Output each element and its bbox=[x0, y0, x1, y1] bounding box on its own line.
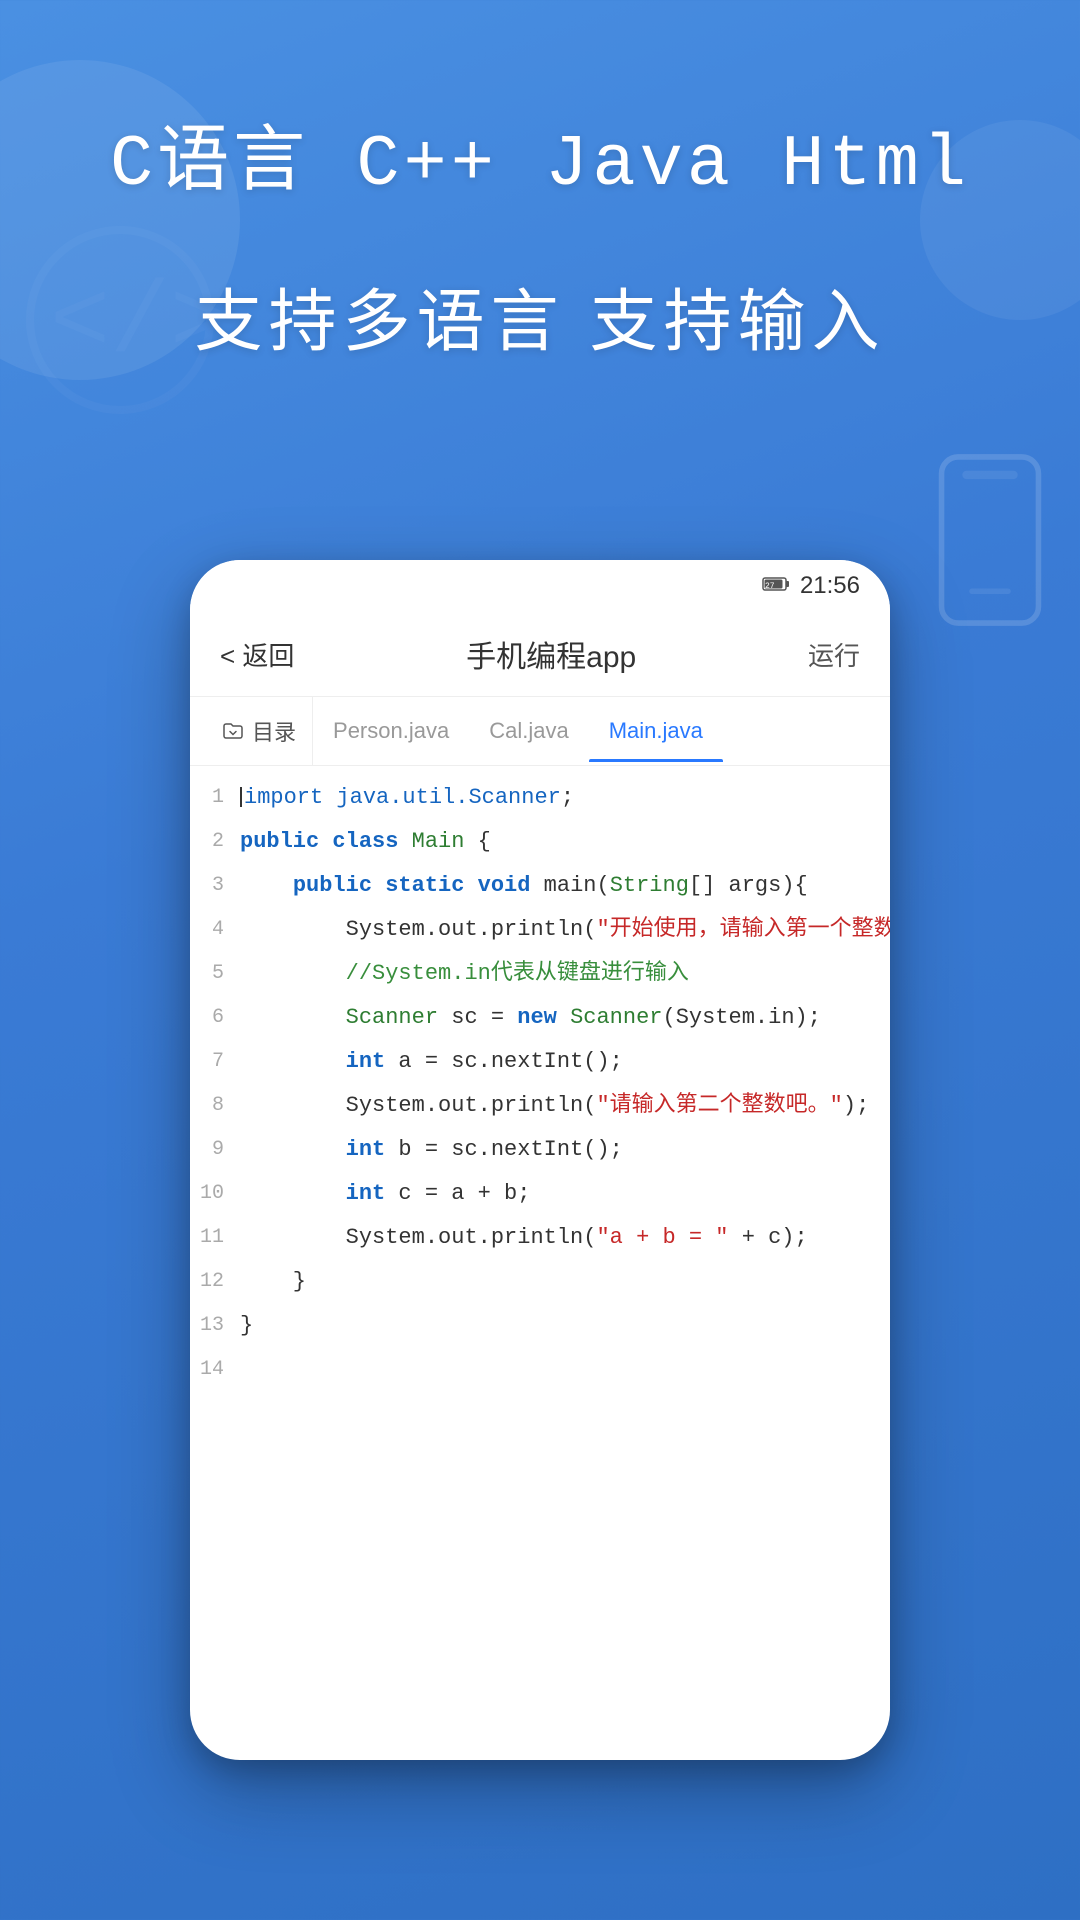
tab-person-java-label: Person.java bbox=[333, 718, 449, 743]
line-number-3: 3 bbox=[190, 868, 240, 904]
tab-cal-java[interactable]: Cal.java bbox=[469, 700, 588, 762]
phone-mockup: 27 21:56 < 返回 手机编程app 运行 目录 Person.java bbox=[190, 560, 890, 1760]
line-content-3: public static void main(String[] args){ bbox=[240, 868, 890, 904]
phone-container: 27 21:56 < 返回 手机编程app 运行 目录 Person.java bbox=[190, 560, 890, 1760]
line-content-14 bbox=[240, 1352, 890, 1388]
cursor bbox=[240, 787, 242, 807]
lang-title: C语言 C++ Java Html bbox=[0, 100, 1080, 206]
line-content-5: //System.in代表从键盘进行输入 bbox=[240, 956, 890, 992]
code-line-5: 5 //System.in代表从键盘进行输入 bbox=[190, 952, 890, 996]
code-line-9: 9 int b = sc.nextInt(); bbox=[190, 1128, 890, 1172]
tab-main-java[interactable]: Main.java bbox=[589, 700, 723, 762]
tab-cal-java-label: Cal.java bbox=[489, 718, 568, 743]
line-content-10: int c = a + b; bbox=[240, 1176, 890, 1212]
line-number-6: 6 bbox=[190, 1000, 240, 1036]
line-number-9: 9 bbox=[190, 1132, 240, 1168]
tab-main-java-label: Main.java bbox=[609, 718, 703, 743]
line-number-12: 12 bbox=[190, 1264, 240, 1300]
line-number-2: 2 bbox=[190, 824, 240, 860]
header-area: C语言 C++ Java Html 支持多语言 支持输入 bbox=[0, 100, 1080, 365]
line-content-13: } bbox=[240, 1308, 890, 1344]
code-line-8: 8 System.out.println("请输入第二个整数吧。"); bbox=[190, 1084, 890, 1128]
tab-bar: 目录 Person.java Cal.java Main.java bbox=[190, 697, 890, 766]
line-number-5: 5 bbox=[190, 956, 240, 992]
line-content-9: int b = sc.nextInt(); bbox=[240, 1132, 890, 1168]
svg-text:27: 27 bbox=[765, 582, 775, 591]
status-time: 21:56 bbox=[800, 572, 860, 600]
subtitle: 支持多语言 支持输入 bbox=[0, 266, 1080, 365]
line-number-1: 1 bbox=[190, 780, 240, 816]
code-line-6: 6 Scanner sc = new Scanner(System.in); bbox=[190, 996, 890, 1040]
line-content-1: import java.util.Scanner; bbox=[240, 780, 890, 816]
line-content-8: System.out.println("请输入第二个整数吧。"); bbox=[240, 1088, 890, 1124]
line-content-7: int a = sc.nextInt(); bbox=[240, 1044, 890, 1080]
code-line-11: 11 System.out.println("a + b = " + c); bbox=[190, 1216, 890, 1260]
line-number-10: 10 bbox=[190, 1176, 240, 1212]
code-line-13: 13 } bbox=[190, 1304, 890, 1348]
bg-phone-decoration bbox=[930, 450, 1050, 630]
app-title: 手机编程app bbox=[466, 632, 636, 676]
line-content-2: public class Main { bbox=[240, 824, 890, 860]
folder-tab-label: 目录 bbox=[252, 715, 296, 747]
code-line-7: 7 int a = sc.nextInt(); bbox=[190, 1040, 890, 1084]
nav-bar: < 返回 手机编程app 运行 bbox=[190, 612, 890, 697]
line-number-11: 11 bbox=[190, 1220, 240, 1256]
tab-person-java[interactable]: Person.java bbox=[313, 700, 469, 762]
line-number-8: 8 bbox=[190, 1088, 240, 1124]
line-content-12: } bbox=[240, 1264, 890, 1300]
code-line-14: 14 bbox=[190, 1348, 890, 1392]
line-content-11: System.out.println("a + b = " + c); bbox=[240, 1220, 890, 1256]
code-line-2: 2 public class Main { bbox=[190, 820, 890, 864]
code-line-10: 10 int c = a + b; bbox=[190, 1172, 890, 1216]
run-button[interactable]: 运行 bbox=[808, 636, 860, 673]
line-number-14: 14 bbox=[190, 1352, 240, 1388]
status-bar: 27 21:56 bbox=[190, 560, 890, 612]
line-content-6: Scanner sc = new Scanner(System.in); bbox=[240, 1000, 890, 1036]
line-number-13: 13 bbox=[190, 1308, 240, 1344]
line-number-4: 4 bbox=[190, 912, 240, 948]
code-line-3: 3 public static void main(String[] args)… bbox=[190, 864, 890, 908]
line-content-4: System.out.println("开始使用，请输入第一个整数吧。"); bbox=[240, 912, 890, 948]
code-line-12: 12 } bbox=[190, 1260, 890, 1304]
line-number-7: 7 bbox=[190, 1044, 240, 1080]
code-line-4: 4 System.out.println("开始使用，请输入第一个整数吧。"); bbox=[190, 908, 890, 952]
code-editor[interactable]: 1 import java.util.Scanner; 2 public cla… bbox=[190, 766, 890, 1666]
battery-icon: 27 bbox=[762, 575, 790, 598]
code-line-1: 1 import java.util.Scanner; bbox=[190, 776, 890, 820]
back-button[interactable]: < 返回 bbox=[220, 636, 294, 673]
tab-folder[interactable]: 目录 bbox=[206, 697, 313, 765]
